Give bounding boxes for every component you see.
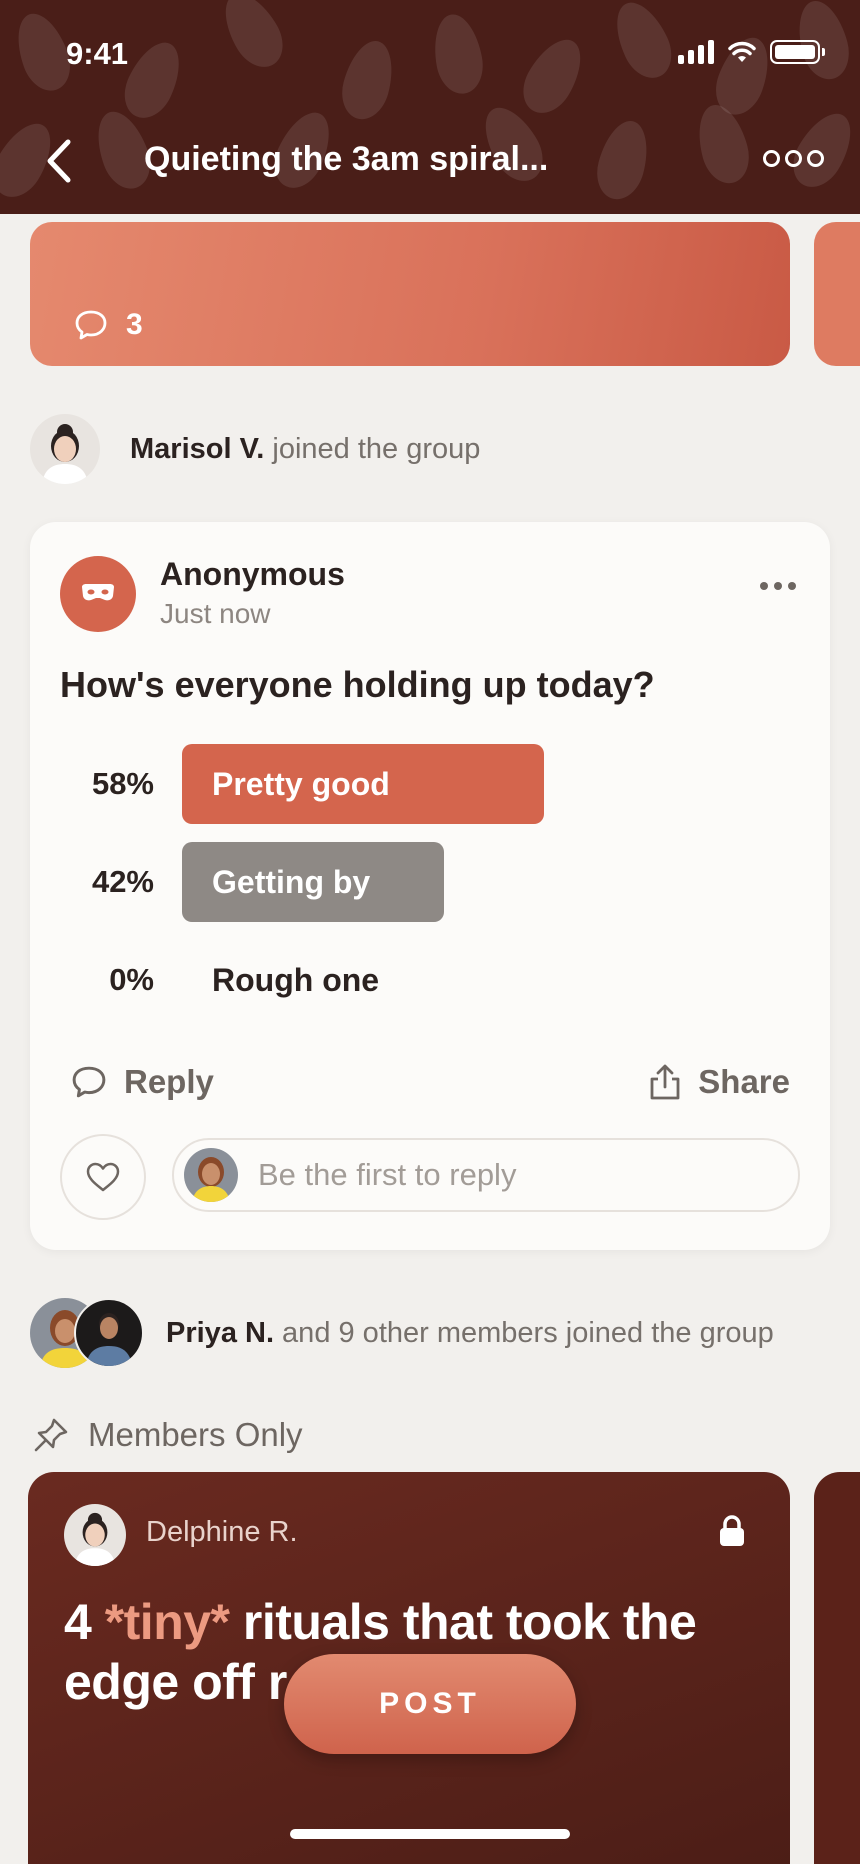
share-button[interactable]: Share — [648, 1063, 790, 1101]
poll-option-bar: Getting by — [182, 842, 444, 922]
post-title-part: 4 — [64, 1594, 105, 1650]
post-author: Delphine R. — [146, 1516, 298, 1548]
poll-option-label: Rough one — [212, 961, 380, 998]
wifi-icon — [728, 41, 756, 62]
avatar — [30, 414, 100, 484]
lock-icon — [720, 1515, 744, 1546]
avatar — [184, 1148, 238, 1202]
poll-option-percent: 42% — [91, 864, 154, 899]
anonymous-avatar — [60, 556, 136, 632]
comment-icon — [75, 310, 107, 340]
comment-count[interactable]: 3 — [74, 308, 143, 342]
decorative-leaf — [428, 10, 488, 98]
activity-row-joined: Priya N. and 9 other members joined the … — [30, 1298, 774, 1368]
decorative-leaf — [213, 0, 293, 77]
dot-icon — [760, 582, 768, 590]
more-circles-icon — [785, 150, 802, 167]
avatar — [74, 1298, 144, 1368]
post-author: Anonymous — [160, 556, 345, 592]
decorative-leaf — [690, 99, 756, 189]
more-circles-icon — [763, 150, 780, 167]
poll-option-percent: 0% — [109, 962, 154, 997]
poll-question: How's everyone holding up today? — [60, 664, 655, 705]
members-only-label: Members Only — [88, 1416, 303, 1453]
share-label: Share — [698, 1063, 790, 1100]
post-title-accent: *tiny* — [104, 1594, 230, 1650]
page-title: Quieting the 3am spiral... — [144, 140, 549, 178]
poll-option[interactable]: 42% Getting by — [60, 842, 444, 922]
decorative-leaf — [590, 115, 656, 205]
activity-text: Priya N. and 9 other members joined the … — [166, 1317, 774, 1350]
status-icons — [678, 40, 825, 64]
poll-option[interactable]: 0% Rough one — [60, 940, 379, 1020]
decorative-leaf — [513, 29, 593, 123]
home-indicator — [290, 1829, 570, 1839]
mask-icon — [82, 584, 114, 601]
dot-icon — [774, 582, 782, 590]
more-circles-icon — [807, 150, 824, 167]
reply-label: Reply — [124, 1063, 214, 1100]
decorative-leaf — [335, 35, 401, 125]
more-options-button[interactable] — [763, 150, 824, 167]
activity-description: and 9 other members joined the group — [274, 1316, 774, 1349]
poll-option-percent: 58% — [91, 766, 154, 801]
poll-option-bar: Pretty good — [182, 744, 544, 824]
app-header: 9:41 Quieting the 3am spiral... — [0, 0, 860, 214]
decorative-leaf — [605, 0, 681, 86]
back-button[interactable] — [40, 138, 80, 184]
member-name[interactable]: Priya N. — [166, 1317, 274, 1349]
member-name[interactable]: Marisol V. — [130, 433, 264, 465]
activity-text: Marisol V. joined the group — [130, 433, 480, 466]
post-button[interactable]: POST — [284, 1654, 576, 1754]
featured-post-card[interactable]: 3 — [30, 222, 790, 366]
activity-description: joined the group — [264, 432, 481, 465]
post-more-button[interactable] — [760, 582, 796, 590]
like-button[interactable] — [60, 1134, 146, 1220]
signal-icon — [678, 40, 714, 64]
status-time: 9:41 — [66, 36, 129, 71]
post-timestamp: Just now — [160, 598, 271, 629]
pin-icon — [34, 1418, 68, 1452]
poll-post-card: Anonymous Just now How's everyone holdin… — [30, 522, 830, 1250]
heart-icon — [86, 1162, 120, 1192]
comment-count-value: 3 — [126, 308, 143, 341]
chevron-left-icon — [47, 139, 71, 183]
poll-option[interactable]: 58% Pretty good — [60, 744, 544, 824]
members-only-section-header: Members Only — [32, 1416, 303, 1454]
reply-input[interactable]: Be the first to reply — [172, 1138, 800, 1212]
comment-icon — [72, 1066, 106, 1098]
post-actions: Reply Share — [70, 1052, 790, 1112]
dot-icon — [788, 582, 796, 590]
reply-button[interactable]: Reply — [70, 1063, 214, 1101]
battery-icon — [770, 40, 825, 64]
avatar — [64, 1504, 126, 1566]
next-members-card[interactable] — [814, 1472, 860, 1864]
reply-placeholder: Be the first to reply — [258, 1157, 517, 1192]
share-icon — [650, 1064, 680, 1100]
next-featured-card[interactable] — [814, 222, 860, 366]
activity-row-joined: Marisol V. joined the group — [30, 414, 480, 484]
